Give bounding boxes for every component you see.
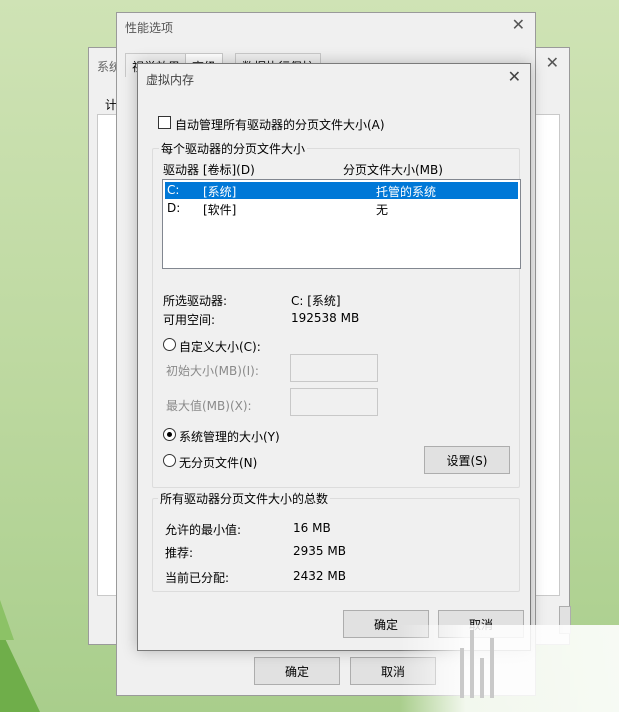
min-allowed-label: 允许的最小值: xyxy=(165,523,242,537)
drive-label: [系统] xyxy=(203,185,237,199)
selected-drive-value: C: [系统] xyxy=(291,294,341,308)
set-button[interactable]: 设置(S) xyxy=(424,446,510,474)
no-paging-label[interactable]: 无分页文件(N) xyxy=(179,454,257,471)
drive-letter: D: xyxy=(167,201,181,215)
virtual-memory-dialog: 虚拟内存 ✕ 自动管理所有驱动器的分页文件大小(A) 每个驱动器的分页文件大小 … xyxy=(137,63,531,651)
recommended-label: 推荐: xyxy=(165,546,194,560)
drive-label: [软件] xyxy=(203,203,237,217)
system-managed-radio[interactable] xyxy=(163,428,176,441)
auto-manage-checkbox[interactable] xyxy=(158,116,171,129)
initial-size-input[interactable] xyxy=(290,354,378,382)
min-allowed-value: 16 MB xyxy=(293,521,331,535)
initial-size-label: 初始大小(MB)(I): xyxy=(166,364,259,378)
totals-group-title: 所有驱动器分页文件大小的总数 xyxy=(158,490,331,507)
auto-manage-label[interactable]: 自动管理所有驱动器的分页文件大小(A) xyxy=(175,116,385,133)
drive-row-c[interactable]: C: [系统] 托管的系统 xyxy=(165,182,518,199)
current-allocated-value: 2432 MB xyxy=(293,569,346,583)
col-size-header: 分页文件大小(MB) xyxy=(343,163,443,177)
custom-size-label[interactable]: 自定义大小(C): xyxy=(179,338,261,355)
no-paging-radio[interactable] xyxy=(163,454,176,467)
recommended-value: 2935 MB xyxy=(293,544,346,558)
window-title: 性能选项 xyxy=(125,21,174,35)
selected-drive-label: 所选驱动器: xyxy=(163,294,228,308)
current-allocated-label: 当前已分配: xyxy=(165,571,230,585)
drive-size: 托管的系统 xyxy=(376,185,437,199)
max-size-input[interactable] xyxy=(290,388,378,416)
watermark-bars-icon xyxy=(460,628,510,698)
col-drive-header: 驱动器 [卷标](D) xyxy=(163,163,255,177)
per-drive-group-title: 每个驱动器的分页文件大小 xyxy=(159,140,308,157)
desktop-decoration-small xyxy=(0,600,14,640)
close-icon[interactable]: ✕ xyxy=(546,53,559,72)
custom-size-radio[interactable] xyxy=(163,338,176,351)
free-space-value: 192538 MB xyxy=(291,311,360,325)
free-space-label: 可用空间: xyxy=(163,313,216,327)
ok-button[interactable]: 确定 xyxy=(254,657,340,685)
max-size-label: 最大值(MB)(X): xyxy=(166,399,252,413)
drive-list[interactable]: C: [系统] 托管的系统 D: [软件] 无 xyxy=(162,179,521,269)
drive-letter: C: xyxy=(167,183,180,197)
drive-row-d[interactable]: D: [软件] 无 xyxy=(165,200,518,217)
system-managed-label[interactable]: 系统管理的大小(Y) xyxy=(179,428,280,445)
desktop-decoration xyxy=(0,628,40,712)
close-icon[interactable]: ✕ xyxy=(512,15,525,34)
dialog-title: 虚拟内存 xyxy=(146,73,195,87)
drive-size: 无 xyxy=(376,203,389,217)
close-icon[interactable]: ✕ xyxy=(508,67,521,86)
